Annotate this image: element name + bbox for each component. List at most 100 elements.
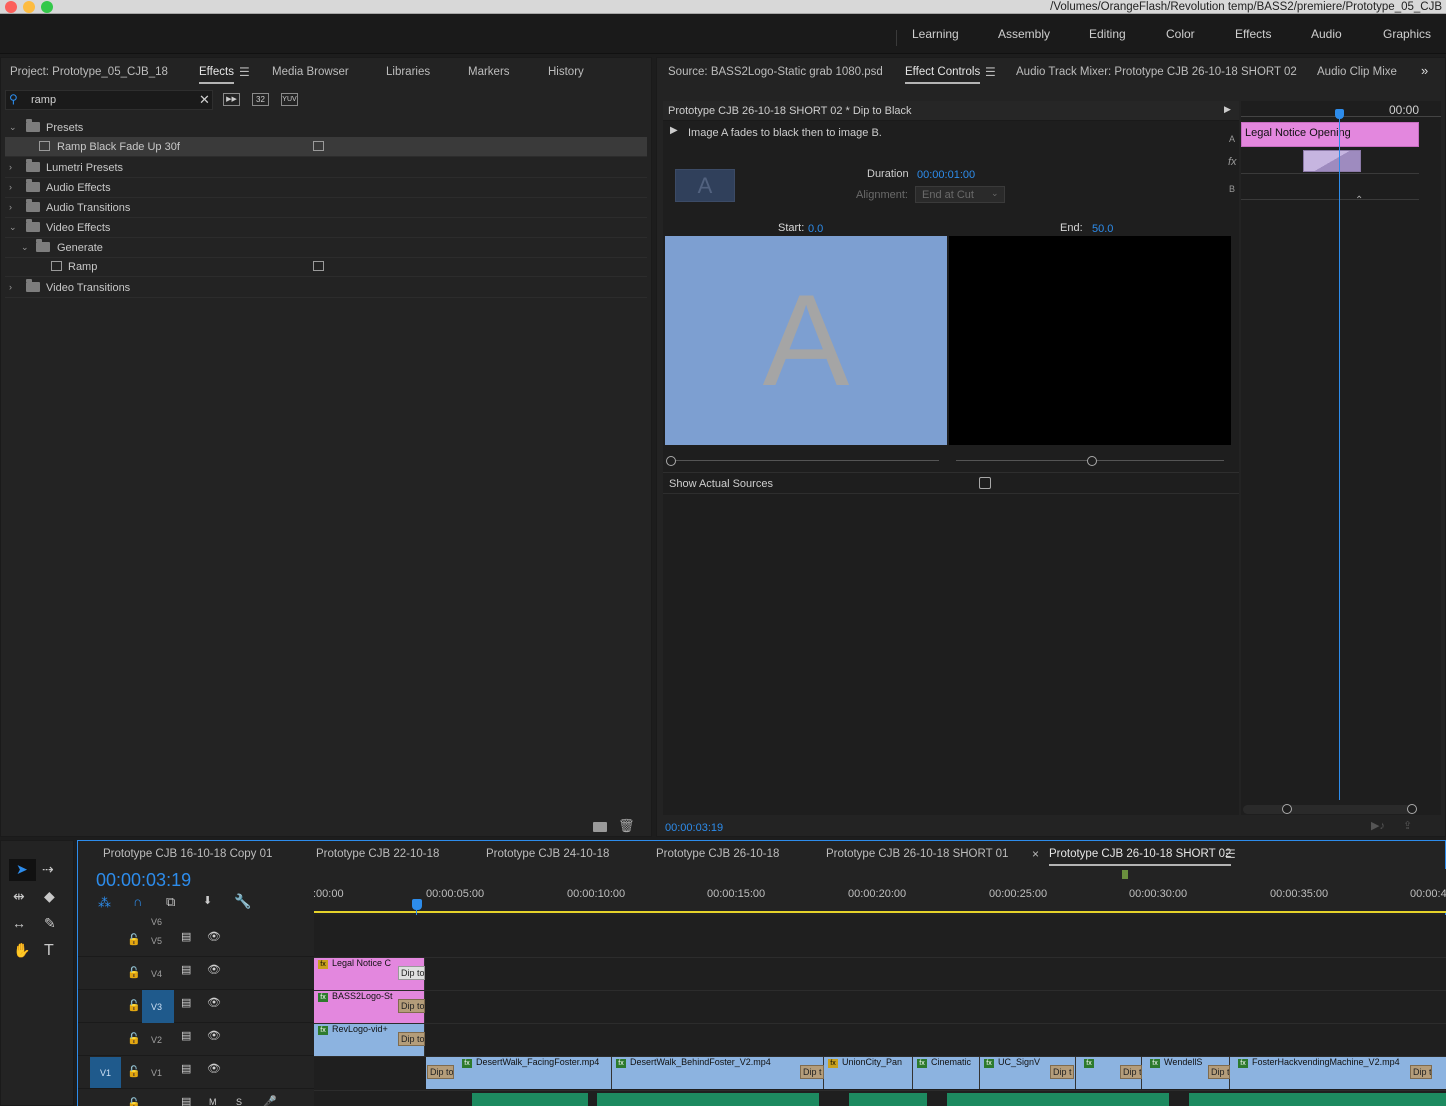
workspace-color[interactable]: Color bbox=[1166, 14, 1195, 54]
lock-icon[interactable]: 🔓 bbox=[127, 1097, 141, 1106]
tree-item-ramp-black-fade[interactable]: Ramp Black Fade Up 30f bbox=[5, 137, 647, 157]
clear-search-icon[interactable]: ✕ bbox=[199, 92, 210, 108]
lock-icon[interactable]: 🔓 bbox=[127, 933, 141, 946]
chevron-right-icon[interactable]: › bbox=[9, 202, 12, 212]
transition-dip-to-black[interactable]: Dip t bbox=[1050, 1065, 1074, 1079]
workspace-graphics[interactable]: Graphics bbox=[1383, 14, 1431, 54]
lock-icon[interactable]: 🔓 bbox=[127, 1065, 141, 1078]
eye-icon[interactable]: 👁 bbox=[207, 930, 221, 943]
tab-effects[interactable]: Effects bbox=[199, 66, 234, 84]
eye-icon[interactable]: 👁 bbox=[207, 963, 221, 976]
clip-cinematic[interactable]: fx Cinematic bbox=[913, 1057, 980, 1089]
lock-icon[interactable]: 🔓 bbox=[127, 1032, 141, 1045]
sync-lock-icon[interactable]: ▤ bbox=[181, 996, 191, 1009]
chevron-up-icon[interactable]: ⌃ bbox=[1355, 195, 1363, 206]
eye-icon[interactable]: 👁 bbox=[207, 1029, 221, 1042]
play-transition-icon[interactable]: ▶ bbox=[1224, 104, 1231, 115]
tab-libraries[interactable]: Libraries bbox=[386, 66, 430, 78]
snap-magnet-icon[interactable]: ∩ bbox=[133, 894, 142, 909]
effect-controls-timecode[interactable]: 00:00:03:19 bbox=[665, 822, 723, 834]
sequence-tab-4[interactable]: Prototype CJB 26-10-18 bbox=[656, 848, 779, 860]
mini-zoom-handle-left[interactable] bbox=[1282, 804, 1292, 814]
transition-dip-to-black[interactable]: Dip t bbox=[1120, 1065, 1142, 1079]
mini-playhead-handle[interactable] bbox=[1335, 109, 1344, 119]
mini-transition-block[interactable] bbox=[1303, 150, 1361, 172]
tab-media-browser[interactable]: Media Browser bbox=[272, 66, 349, 78]
show-actual-sources-checkbox[interactable] bbox=[979, 477, 991, 489]
sync-lock-icon[interactable]: ▤ bbox=[181, 930, 191, 943]
chevron-down-icon[interactable]: ⌄ bbox=[9, 222, 17, 233]
sequence-tab-2[interactable]: Prototype CJB 22-10-18 bbox=[316, 848, 439, 860]
mini-playhead-line[interactable] bbox=[1339, 110, 1340, 800]
sync-lock-icon[interactable]: ▤ bbox=[181, 963, 191, 976]
more-panels-icon[interactable]: » bbox=[1421, 63, 1428, 78]
mini-zoom-handle-right[interactable] bbox=[1407, 804, 1417, 814]
sequence-tab-3[interactable]: Prototype CJB 24-10-18 bbox=[486, 848, 609, 860]
yuv-icon[interactable]: YUV bbox=[281, 93, 298, 106]
32-bit-icon[interactable]: 32 bbox=[252, 93, 269, 106]
transition-dip-to-black[interactable]: Dip to bbox=[398, 1032, 425, 1046]
duration-value[interactable]: 00:00:01:00 bbox=[917, 169, 975, 181]
panel-menu-icon[interactable]: ☰ bbox=[985, 65, 996, 79]
transition-dip-to-black[interactable]: Dip to bbox=[398, 966, 425, 980]
end-value[interactable]: 50.0 bbox=[1092, 223, 1113, 235]
start-slider-track[interactable] bbox=[673, 460, 939, 461]
workspace-effects[interactable]: Effects bbox=[1235, 14, 1271, 54]
transition-dip-to-black[interactable]: Dip t bbox=[1410, 1065, 1432, 1079]
eye-icon[interactable]: 👁 bbox=[207, 996, 221, 1009]
close-tab-icon[interactable]: × bbox=[1032, 847, 1039, 861]
mute-icon[interactable]: M bbox=[209, 1097, 217, 1106]
tree-item-ramp[interactable]: Ramp bbox=[5, 257, 647, 277]
alignment-select[interactable]: End at Cut ⌄ bbox=[915, 186, 1005, 203]
lock-icon[interactable]: 🔓 bbox=[127, 966, 141, 979]
audio-clip[interactable] bbox=[947, 1093, 1169, 1106]
sequence-tab-5[interactable]: Prototype CJB 26-10-18 SHORT 01 bbox=[826, 848, 1008, 860]
hand-tool-icon[interactable]: ✋ bbox=[13, 942, 30, 959]
ripple-edit-tool-icon[interactable]: ⇹ bbox=[13, 888, 25, 905]
sequence-tab-1[interactable]: Prototype CJB 16-10-18 Copy 01 bbox=[103, 848, 272, 860]
tree-item-audio-effects[interactable]: › Audio Effects bbox=[5, 178, 647, 198]
audio-clip[interactable] bbox=[1189, 1093, 1446, 1106]
track-select-tool-icon[interactable]: ⇢ bbox=[42, 861, 54, 878]
tab-source[interactable]: Source: BASS2Logo-Static grab 1080.psd bbox=[668, 66, 883, 78]
pen-tool-icon[interactable]: ✎ bbox=[44, 915, 56, 932]
sync-lock-icon[interactable]: ▤ bbox=[181, 1062, 191, 1075]
new-bin-icon[interactable] bbox=[593, 822, 607, 832]
audio-clip[interactable] bbox=[849, 1093, 927, 1106]
accelerated-effects-icon[interactable]: ▶▶ bbox=[223, 93, 240, 106]
tree-item-video-transitions[interactable]: › Video Transitions bbox=[5, 278, 647, 298]
transition-dip-to-black[interactable]: Dip t bbox=[1208, 1065, 1230, 1079]
microphone-icon[interactable]: 🎤 bbox=[263, 1095, 277, 1106]
panel-menu-icon[interactable]: ☰ bbox=[1225, 847, 1236, 861]
tree-item-lumetri-presets[interactable]: › Lumetri Presets bbox=[5, 158, 647, 178]
workspace-audio[interactable]: Audio bbox=[1311, 14, 1342, 54]
slip-tool-icon[interactable]: ↔ bbox=[12, 915, 26, 931]
razor-tool-icon[interactable]: ◆ bbox=[44, 888, 55, 905]
panel-menu-icon[interactable]: ☰ bbox=[239, 65, 250, 79]
tab-audio-track-mixer[interactable]: Audio Track Mixer: Prototype CJB 26-10-1… bbox=[1016, 66, 1297, 78]
search-field[interactable]: ⚲ ramp ✕ bbox=[5, 90, 213, 110]
close-window-button[interactable] bbox=[5, 1, 17, 13]
chevron-down-icon[interactable]: ⌄ bbox=[9, 122, 17, 133]
audio-clip[interactable] bbox=[597, 1093, 819, 1106]
sequence-tab-active[interactable]: Prototype CJB 26-10-18 SHORT 02 bbox=[1049, 848, 1232, 866]
clip-desertwalk-behind[interactable]: fx DesertWalk_BehindFoster_V2.mp4 bbox=[612, 1057, 824, 1089]
source-patch-v1[interactable]: V1 bbox=[90, 1057, 121, 1088]
tab-history[interactable]: History bbox=[548, 66, 584, 78]
lock-icon[interactable]: 🔓 bbox=[127, 999, 141, 1012]
audio-clip[interactable] bbox=[472, 1093, 588, 1106]
chevron-right-icon[interactable]: › bbox=[9, 282, 12, 292]
tree-item-presets[interactable]: ⌄ Presets bbox=[5, 118, 647, 138]
transition-dip-to-black[interactable]: Dip to bbox=[398, 999, 425, 1013]
chevron-down-icon[interactable]: ⌄ bbox=[21, 242, 29, 253]
mini-clip-legal-notice[interactable]: Legal Notice Opening bbox=[1241, 122, 1419, 147]
timeline-timecode[interactable]: 00:00:03:19 bbox=[96, 870, 191, 891]
tree-item-video-effects[interactable]: ⌄ Video Effects bbox=[5, 218, 647, 238]
minimize-window-button[interactable] bbox=[23, 1, 35, 13]
workspace-editing[interactable]: Editing bbox=[1089, 14, 1126, 54]
wrench-icon[interactable]: 🔧 bbox=[234, 893, 251, 910]
play-preview-icon[interactable]: ▶ bbox=[670, 125, 678, 136]
selection-tool-icon[interactable]: ➤ bbox=[16, 861, 28, 878]
linked-selection-icon[interactable]: ⧉ bbox=[166, 894, 175, 910]
chevron-right-icon[interactable]: › bbox=[9, 182, 12, 192]
